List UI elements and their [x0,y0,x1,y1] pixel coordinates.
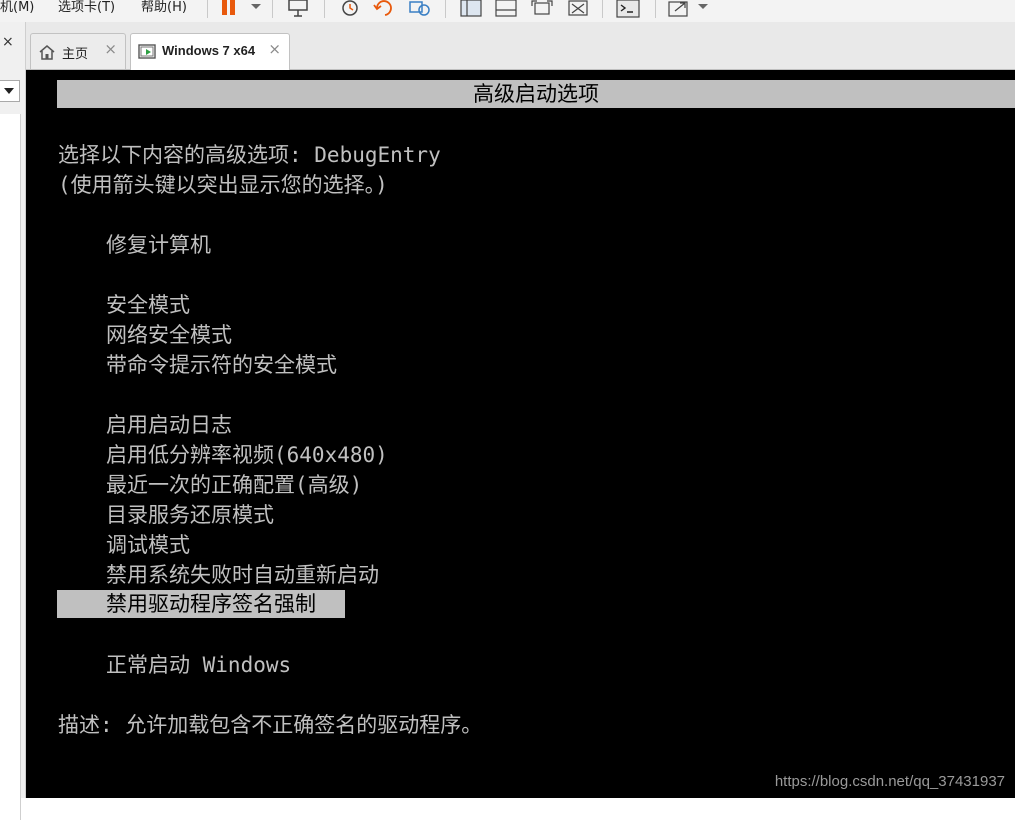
tab-vm-label: Windows 7 x64 [162,43,256,58]
tab-home-label: 主页 [62,47,89,62]
option-description: 描述: 允许加载包含不正确签名的驱动程序。 [58,713,483,737]
menu-tabs[interactable]: 选项卡(T) [58,0,115,15]
vm-running-icon [138,44,156,59]
snapshot-icon[interactable] [338,0,362,18]
boot-option-ds-restore[interactable]: 目录服务还原模式 [106,502,274,528]
toolbar-separator [272,0,273,18]
library-panel-edge: × [0,22,26,820]
menu-toolbar-bar: 机(M) 选项卡(T) 帮助(H) [0,0,1015,23]
fullscreen-icon[interactable] [530,0,554,18]
library-tree[interactable] [0,114,21,820]
toolbar-separator [655,0,656,18]
selected-option-label: 禁用驱动程序签名强制 [106,592,316,616]
boot-option-safe-mode[interactable]: 安全模式 [106,292,190,318]
boot-menu-title-bar: 高级启动选项 [57,80,1015,108]
boot-option-low-res-video[interactable]: 启用低分辨率视频(640x480) [106,442,388,468]
close-tab-home-icon[interactable]: × [104,40,117,58]
chevron-down-icon [4,88,14,94]
menu-vm[interactable]: 机(M) [0,0,34,15]
toolbar-separator [207,0,208,18]
tab-home[interactable]: 主页 × [30,33,126,69]
boot-option-disable-driver-signature-selected[interactable]: 禁用驱动程序签名强制 [57,590,345,618]
show-thumbnail-bar-icon[interactable] [494,0,518,18]
boot-option-debug-mode[interactable]: 调试模式 [106,532,190,558]
tab-windows7-x64[interactable]: Windows 7 x64 × [130,33,290,70]
toolbar-separator [445,0,446,18]
console-view-icon[interactable] [615,0,641,18]
revert-snapshot-icon[interactable] [373,0,397,18]
snapshot-manager-icon[interactable] [408,0,432,18]
show-sidebar-icon[interactable] [459,0,483,18]
tab-bar: 主页 × Windows 7 x64 × [26,22,1015,70]
boot-option-disable-auto-restart[interactable]: 禁用系统失败时自动重新启动 [106,562,379,588]
send-ctrl-alt-del-icon[interactable] [287,0,311,18]
boot-option-normal-start[interactable]: 正常启动 Windows [106,652,291,678]
prompt-line-1: 选择以下内容的高级选项: DebugEntry [58,143,441,167]
prompt-line-2: (使用箭头键以突出显示您的选择。) [58,173,388,197]
vm-console[interactable]: 高级启动选项 选择以下内容的高级选项: DebugEntry (使用箭头键以突出… [26,70,1015,798]
boot-option-safe-mode-cmd[interactable]: 带命令提示符的安全模式 [106,352,337,378]
home-icon [39,45,55,60]
pause-icon[interactable] [219,0,241,18]
boot-option-boot-logging[interactable]: 启用启动日志 [106,412,232,438]
toolbar-separator [602,0,603,18]
menu-help[interactable]: 帮助(H) [141,0,187,15]
close-library-icon[interactable]: × [2,34,14,50]
library-search-dropdown[interactable] [0,80,20,102]
boot-menu-title: 高级启动选项 [473,82,599,106]
unity-mode-icon[interactable] [566,0,590,18]
boot-option-repair[interactable]: 修复计算机 [106,232,211,258]
chevron-down-icon[interactable] [696,0,710,18]
watermark: https://blog.csdn.net/qq_37431937 [774,773,1005,790]
stretch-guest-icon[interactable] [667,0,691,18]
close-tab-vm-icon[interactable]: × [268,40,281,58]
toolbar-separator [324,0,325,18]
chevron-down-icon[interactable] [249,0,263,18]
boot-option-safe-mode-network[interactable]: 网络安全模式 [106,322,232,348]
boot-option-last-known-good[interactable]: 最近一次的正确配置(高级) [106,472,362,498]
